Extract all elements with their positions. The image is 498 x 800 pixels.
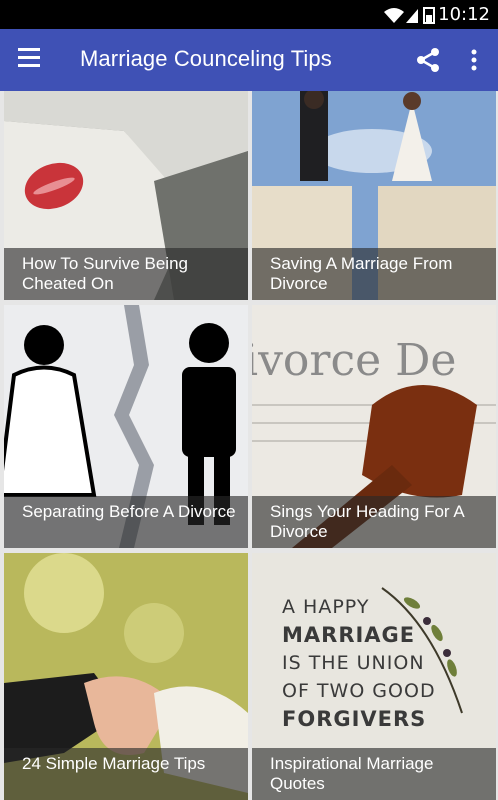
share-icon[interactable] bbox=[414, 46, 442, 74]
article-title: 24 Simple Marriage Tips bbox=[4, 748, 248, 800]
article-card-separating[interactable]: Separating Before A Divorce bbox=[4, 305, 248, 548]
article-title: Saving A Marriage From Divorce bbox=[252, 248, 496, 300]
quote-line: MARRIAGE bbox=[282, 623, 416, 647]
article-card-simple-tips[interactable]: 24 Simple Marriage Tips bbox=[4, 553, 248, 800]
article-card-cheated[interactable]: How To Survive Being Cheated On bbox=[4, 91, 248, 300]
article-grid: How To Survive Being Cheated On Saving A… bbox=[0, 91, 498, 800]
quote-line: OF TWO GOOD bbox=[282, 680, 436, 702]
article-card-saving[interactable]: Saving A Marriage From Divorce bbox=[252, 91, 496, 300]
more-options-icon[interactable] bbox=[464, 46, 484, 74]
article-title: How To Survive Being Cheated On bbox=[4, 248, 248, 300]
quote-text: A HAPPY MARRIAGE IS THE UNION OF TWO GOO… bbox=[282, 593, 436, 733]
article-card-signs[interactable]: ivorce De Sings Your Heading For A Divor… bbox=[252, 305, 496, 548]
quote-line: A HAPPY bbox=[282, 596, 370, 618]
app-bar: Marriage Counceling Tips bbox=[0, 29, 498, 91]
menu-icon[interactable] bbox=[18, 48, 44, 70]
article-card-quotes[interactable]: A HAPPY MARRIAGE IS THE UNION OF TWO GOO… bbox=[252, 553, 496, 800]
document-text: ivorce De bbox=[252, 335, 456, 386]
wifi-icon bbox=[384, 8, 404, 23]
article-title: Sings Your Heading For A Divorce bbox=[252, 496, 496, 548]
quote-line: FORGIVERS bbox=[282, 707, 427, 731]
status-bar: 10:12 bbox=[0, 0, 498, 29]
cell-signal-icon bbox=[406, 9, 418, 23]
article-title: Inspirational Marriage Quotes bbox=[252, 748, 496, 800]
quote-line: IS THE UNION bbox=[282, 652, 425, 674]
app-title: Marriage Counceling Tips bbox=[80, 46, 332, 71]
article-title: Separating Before A Divorce bbox=[4, 496, 248, 548]
status-icons bbox=[384, 7, 435, 24]
clock: 10:12 bbox=[438, 4, 490, 25]
